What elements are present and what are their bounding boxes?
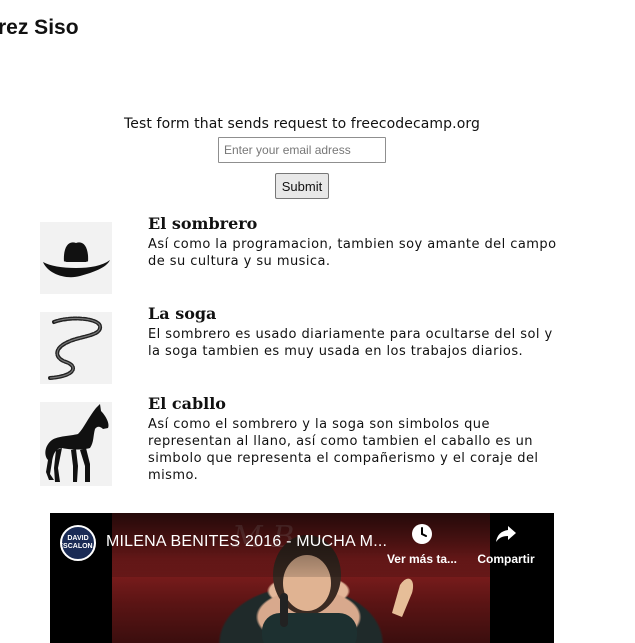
channel-avatar[interactable]: DAVID ESCALONA (60, 525, 96, 561)
form-caption: Test form that sends request to freecode… (124, 116, 480, 132)
horse-icon (45, 404, 109, 482)
email-form: Test form that sends request to freecode… (0, 115, 604, 199)
rope-icon (48, 316, 102, 380)
feature-description: El sombrero es usado diariamente para oc… (148, 327, 553, 359)
watch-later-label: Ver más ta... (386, 552, 458, 566)
page-title: rez Siso (0, 16, 79, 39)
share-button[interactable]: Compartir (466, 523, 546, 566)
feature-image (40, 312, 112, 384)
feature-image (40, 402, 112, 486)
feature-title: El cabllo (148, 394, 226, 413)
feature-image (40, 222, 112, 294)
feature-title: La soga (148, 304, 217, 323)
cowboy-hat-icon (43, 242, 110, 278)
feature-description: Así como el sombrero y la soga son simbo… (148, 417, 539, 483)
clock-icon (412, 524, 432, 544)
feature-description: Así como la programacion, tambien soy am… (148, 237, 557, 269)
channel-logo-text: DAVID ESCALONA (60, 535, 96, 550)
watch-later-button[interactable]: Ver más ta... (382, 523, 462, 566)
email-input[interactable] (218, 137, 386, 163)
video-player[interactable]: M B DAVID ESCALONA MILENA BENITES 2016 -… (50, 513, 554, 643)
submit-button[interactable]: Submit (275, 173, 329, 199)
share-label: Compartir (477, 552, 535, 566)
share-arrow-icon (496, 526, 516, 542)
feature-title: El sombrero (148, 214, 258, 233)
video-title[interactable]: MILENA BENITES 2016 - MUCHA M... (106, 533, 387, 551)
